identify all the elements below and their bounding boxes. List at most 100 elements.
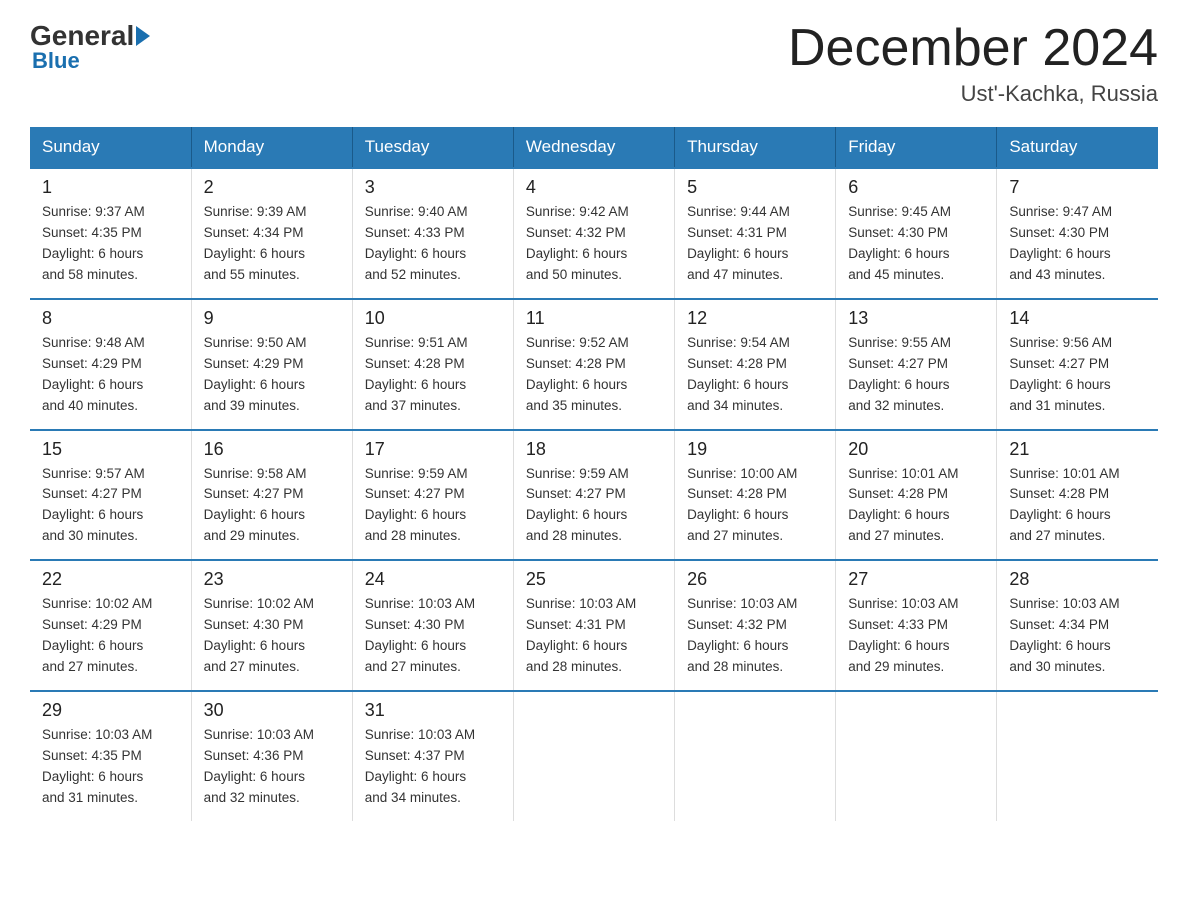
logo: General Blue bbox=[30, 20, 152, 74]
day-info: Sunrise: 9:54 AMSunset: 4:28 PMDaylight:… bbox=[687, 333, 823, 417]
day-info: Sunrise: 10:03 AMSunset: 4:34 PMDaylight… bbox=[1009, 594, 1146, 678]
day-number: 23 bbox=[204, 569, 340, 590]
month-title: December 2024 bbox=[788, 20, 1158, 77]
day-number: 13 bbox=[848, 308, 984, 329]
day-number: 24 bbox=[365, 569, 501, 590]
day-number: 25 bbox=[526, 569, 662, 590]
calendar-day-cell: 2 Sunrise: 9:39 AMSunset: 4:34 PMDaylight… bbox=[191, 168, 352, 299]
day-info: Sunrise: 10:02 AMSunset: 4:29 PMDaylight… bbox=[42, 594, 179, 678]
header-friday: Friday bbox=[836, 127, 997, 168]
calendar-day-cell bbox=[675, 691, 836, 821]
day-number: 16 bbox=[204, 439, 340, 460]
title-block: December 2024 Ust'-Kachka, Russia bbox=[788, 20, 1158, 107]
day-number: 20 bbox=[848, 439, 984, 460]
day-number: 29 bbox=[42, 700, 179, 721]
header-saturday: Saturday bbox=[997, 127, 1158, 168]
calendar-day-cell: 12 Sunrise: 9:54 AMSunset: 4:28 PMDayligh… bbox=[675, 299, 836, 430]
calendar-body: 1 Sunrise: 9:37 AMSunset: 4:35 PMDaylight… bbox=[30, 168, 1158, 820]
day-info: Sunrise: 10:03 AMSunset: 4:33 PMDaylight… bbox=[848, 594, 984, 678]
day-info: Sunrise: 9:55 AMSunset: 4:27 PMDaylight:… bbox=[848, 333, 984, 417]
day-info: Sunrise: 9:59 AMSunset: 4:27 PMDaylight:… bbox=[365, 464, 501, 548]
calendar-day-cell: 24 Sunrise: 10:03 AMSunset: 4:30 PMDaylig… bbox=[352, 560, 513, 691]
day-number: 28 bbox=[1009, 569, 1146, 590]
day-number: 11 bbox=[526, 308, 662, 329]
calendar-day-cell: 16Sunrise: 9:58 AMSunset: 4:27 PMDayligh… bbox=[191, 430, 352, 561]
calendar-day-cell: 5 Sunrise: 9:44 AMSunset: 4:31 PMDaylight… bbox=[675, 168, 836, 299]
day-info: Sunrise: 10:00 AMSunset: 4:28 PMDaylight… bbox=[687, 464, 823, 548]
calendar-day-cell: 23 Sunrise: 10:02 AMSunset: 4:30 PMDaylig… bbox=[191, 560, 352, 691]
calendar-day-cell: 27 Sunrise: 10:03 AMSunset: 4:33 PMDaylig… bbox=[836, 560, 997, 691]
day-info: Sunrise: 9:48 AMSunset: 4:29 PMDaylight:… bbox=[42, 333, 179, 417]
day-number: 17 bbox=[365, 439, 501, 460]
day-number: 5 bbox=[687, 177, 823, 198]
day-info: Sunrise: 10:01 AMSunset: 4:28 PMDaylight… bbox=[1009, 464, 1146, 548]
day-info: Sunrise: 9:44 AMSunset: 4:31 PMDaylight:… bbox=[687, 202, 823, 286]
page-header: General Blue December 2024 Ust'-Kachka, … bbox=[30, 20, 1158, 107]
calendar-header: Sunday Monday Tuesday Wednesday Thursday… bbox=[30, 127, 1158, 168]
day-number: 15 bbox=[42, 439, 179, 460]
calendar-day-cell: 3 Sunrise: 9:40 AMSunset: 4:33 PMDaylight… bbox=[352, 168, 513, 299]
day-info: Sunrise: 10:02 AMSunset: 4:30 PMDaylight… bbox=[204, 594, 340, 678]
calendar-table: Sunday Monday Tuesday Wednesday Thursday… bbox=[30, 127, 1158, 820]
day-info: Sunrise: 10:03 AMSunset: 4:35 PMDaylight… bbox=[42, 725, 179, 809]
calendar-day-cell: 28 Sunrise: 10:03 AMSunset: 4:34 PMDaylig… bbox=[997, 560, 1158, 691]
day-number: 14 bbox=[1009, 308, 1146, 329]
day-info: Sunrise: 9:37 AMSunset: 4:35 PMDaylight:… bbox=[42, 202, 179, 286]
calendar-day-cell: 11Sunrise: 9:52 AMSunset: 4:28 PMDayligh… bbox=[513, 299, 674, 430]
day-number: 12 bbox=[687, 308, 823, 329]
calendar-day-cell: 30 Sunrise: 10:03 AMSunset: 4:36 PMDaylig… bbox=[191, 691, 352, 821]
day-info: Sunrise: 10:03 AMSunset: 4:32 PMDaylight… bbox=[687, 594, 823, 678]
day-number: 7 bbox=[1009, 177, 1146, 198]
calendar-week-row: 8Sunrise: 9:48 AMSunset: 4:29 PMDaylight… bbox=[30, 299, 1158, 430]
calendar-day-cell bbox=[513, 691, 674, 821]
header-thursday: Thursday bbox=[675, 127, 836, 168]
day-info: Sunrise: 9:50 AMSunset: 4:29 PMDaylight:… bbox=[204, 333, 340, 417]
day-number: 18 bbox=[526, 439, 662, 460]
calendar-day-cell: 18 Sunrise: 9:59 AMSunset: 4:27 PMDayligh… bbox=[513, 430, 674, 561]
day-number: 27 bbox=[848, 569, 984, 590]
day-number: 3 bbox=[365, 177, 501, 198]
day-number: 1 bbox=[42, 177, 179, 198]
day-info: Sunrise: 9:39 AMSunset: 4:34 PMDaylight:… bbox=[204, 202, 340, 286]
day-info: Sunrise: 9:42 AMSunset: 4:32 PMDaylight:… bbox=[526, 202, 662, 286]
calendar-day-cell: 6Sunrise: 9:45 AMSunset: 4:30 PMDaylight… bbox=[836, 168, 997, 299]
calendar-week-row: 15 Sunrise: 9:57 AMSunset: 4:27 PMDayligh… bbox=[30, 430, 1158, 561]
location-title: Ust'-Kachka, Russia bbox=[788, 81, 1158, 107]
day-number: 4 bbox=[526, 177, 662, 198]
day-info: Sunrise: 9:57 AMSunset: 4:27 PMDaylight:… bbox=[42, 464, 179, 548]
day-info: Sunrise: 9:59 AMSunset: 4:27 PMDaylight:… bbox=[526, 464, 662, 548]
calendar-day-cell: 14 Sunrise: 9:56 AMSunset: 4:27 PMDayligh… bbox=[997, 299, 1158, 430]
calendar-day-cell bbox=[836, 691, 997, 821]
day-number: 2 bbox=[204, 177, 340, 198]
day-number: 30 bbox=[204, 700, 340, 721]
day-info: Sunrise: 9:45 AMSunset: 4:30 PMDaylight:… bbox=[848, 202, 984, 286]
calendar-day-cell: 22 Sunrise: 10:02 AMSunset: 4:29 PMDaylig… bbox=[30, 560, 191, 691]
calendar-week-row: 22 Sunrise: 10:02 AMSunset: 4:29 PMDaylig… bbox=[30, 560, 1158, 691]
day-number: 22 bbox=[42, 569, 179, 590]
day-info: Sunrise: 10:03 AMSunset: 4:31 PMDaylight… bbox=[526, 594, 662, 678]
calendar-day-cell: 19 Sunrise: 10:00 AMSunset: 4:28 PMDaylig… bbox=[675, 430, 836, 561]
day-number: 26 bbox=[687, 569, 823, 590]
calendar-day-cell: 8Sunrise: 9:48 AMSunset: 4:29 PMDaylight… bbox=[30, 299, 191, 430]
header-sunday: Sunday bbox=[30, 127, 191, 168]
day-info: Sunrise: 10:03 AMSunset: 4:36 PMDaylight… bbox=[204, 725, 340, 809]
calendar-day-cell: 1 Sunrise: 9:37 AMSunset: 4:35 PMDaylight… bbox=[30, 168, 191, 299]
calendar-week-row: 1 Sunrise: 9:37 AMSunset: 4:35 PMDaylight… bbox=[30, 168, 1158, 299]
day-number: 10 bbox=[365, 308, 501, 329]
calendar-day-cell: 31Sunrise: 10:03 AMSunset: 4:37 PMDaylig… bbox=[352, 691, 513, 821]
calendar-day-cell: 17 Sunrise: 9:59 AMSunset: 4:27 PMDayligh… bbox=[352, 430, 513, 561]
day-info: Sunrise: 9:47 AMSunset: 4:30 PMDaylight:… bbox=[1009, 202, 1146, 286]
header-monday: Monday bbox=[191, 127, 352, 168]
weekday-header-row: Sunday Monday Tuesday Wednesday Thursday… bbox=[30, 127, 1158, 168]
day-info: Sunrise: 9:56 AMSunset: 4:27 PMDaylight:… bbox=[1009, 333, 1146, 417]
day-info: Sunrise: 10:03 AMSunset: 4:37 PMDaylight… bbox=[365, 725, 501, 809]
day-info: Sunrise: 10:03 AMSunset: 4:30 PMDaylight… bbox=[365, 594, 501, 678]
day-info: Sunrise: 10:01 AMSunset: 4:28 PMDaylight… bbox=[848, 464, 984, 548]
day-info: Sunrise: 9:40 AMSunset: 4:33 PMDaylight:… bbox=[365, 202, 501, 286]
header-tuesday: Tuesday bbox=[352, 127, 513, 168]
calendar-day-cell: 25 Sunrise: 10:03 AMSunset: 4:31 PMDaylig… bbox=[513, 560, 674, 691]
calendar-week-row: 29 Sunrise: 10:03 AMSunset: 4:35 PMDaylig… bbox=[30, 691, 1158, 821]
calendar-day-cell: 9 Sunrise: 9:50 AMSunset: 4:29 PMDaylight… bbox=[191, 299, 352, 430]
day-number: 19 bbox=[687, 439, 823, 460]
day-number: 9 bbox=[204, 308, 340, 329]
